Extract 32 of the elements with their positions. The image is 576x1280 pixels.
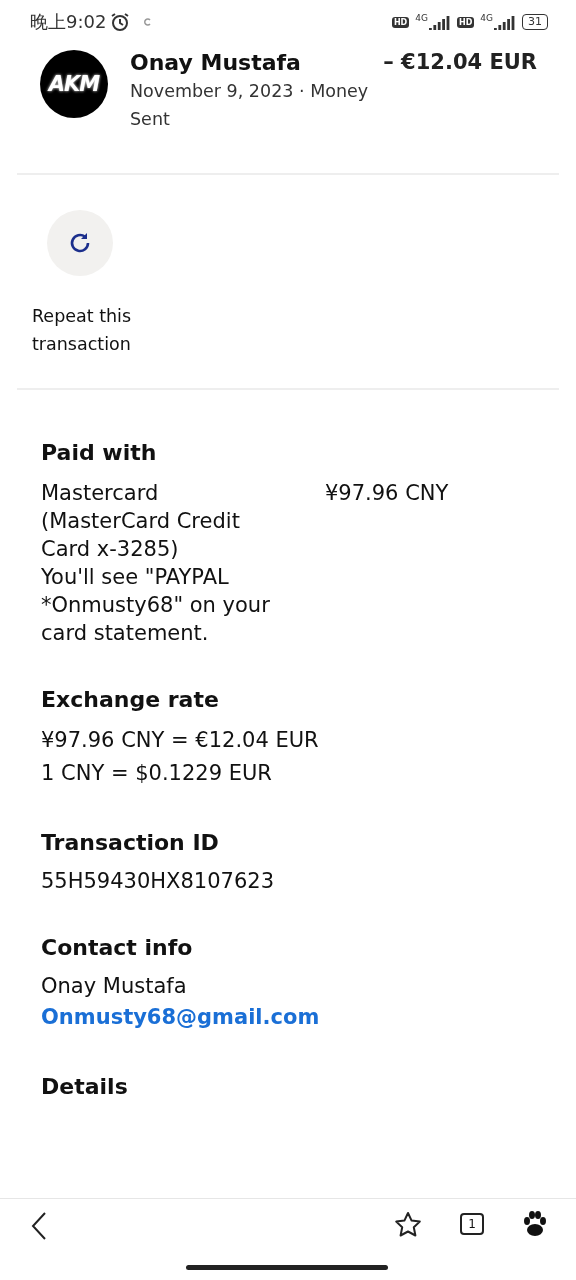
section-title: Transaction ID [41, 830, 220, 855]
transaction-id: 55H59430HX8107623 [41, 868, 276, 895]
payment-method: Mastercard (MasterCard Credit Card x-3285) [41, 480, 241, 563]
tabs-button[interactable]: 1 [460, 1213, 484, 1235]
statement-note: You'll see "PAYPAL *Onmusty68" on your card statement. [41, 564, 271, 647]
notification-icon [142, 17, 153, 27]
hd-badge: HD [456, 16, 475, 28]
exchange-rate-text: ¥97.96 CNY = €12.04 EUR [41, 727, 320, 754]
section-title: Paid with [41, 440, 158, 465]
amount: – €12.04 EUR [383, 50, 537, 75]
section-title: Details [41, 1074, 129, 1099]
battery-icon: 31 [522, 14, 548, 30]
bookmark-button[interactable] [394, 1211, 422, 1239]
hd-badge: HD [391, 16, 410, 28]
repeat-label: Repeat this transaction [32, 305, 133, 356]
back-button[interactable] [30, 1211, 48, 1241]
alarm-icon [110, 12, 131, 32]
network-label: 4G [415, 14, 428, 23]
payment-amount: ¥97.96 CNY [325, 480, 450, 507]
email-link[interactable]: Onmusty68@gmail.com [41, 1000, 535, 1034]
network-label: 4G [480, 14, 493, 23]
contact-name: Onay Mustafa [41, 973, 188, 1000]
avatar: AKM [40, 50, 108, 118]
transaction-subtitle: November 9, 2023 · Money Sent [130, 80, 370, 131]
recipient-name: Onay Mustafa [130, 50, 301, 75]
signal-icon [428, 14, 451, 30]
section-title: Contact info [41, 935, 194, 960]
signal-icon [494, 14, 516, 30]
status-time: 晚上9:02 [30, 10, 107, 34]
paw-icon[interactable] [522, 1211, 548, 1237]
section-title: Exchange rate [41, 687, 220, 712]
exchange-rate-text: 1 CNY = $0.1229 EUR [41, 760, 273, 787]
